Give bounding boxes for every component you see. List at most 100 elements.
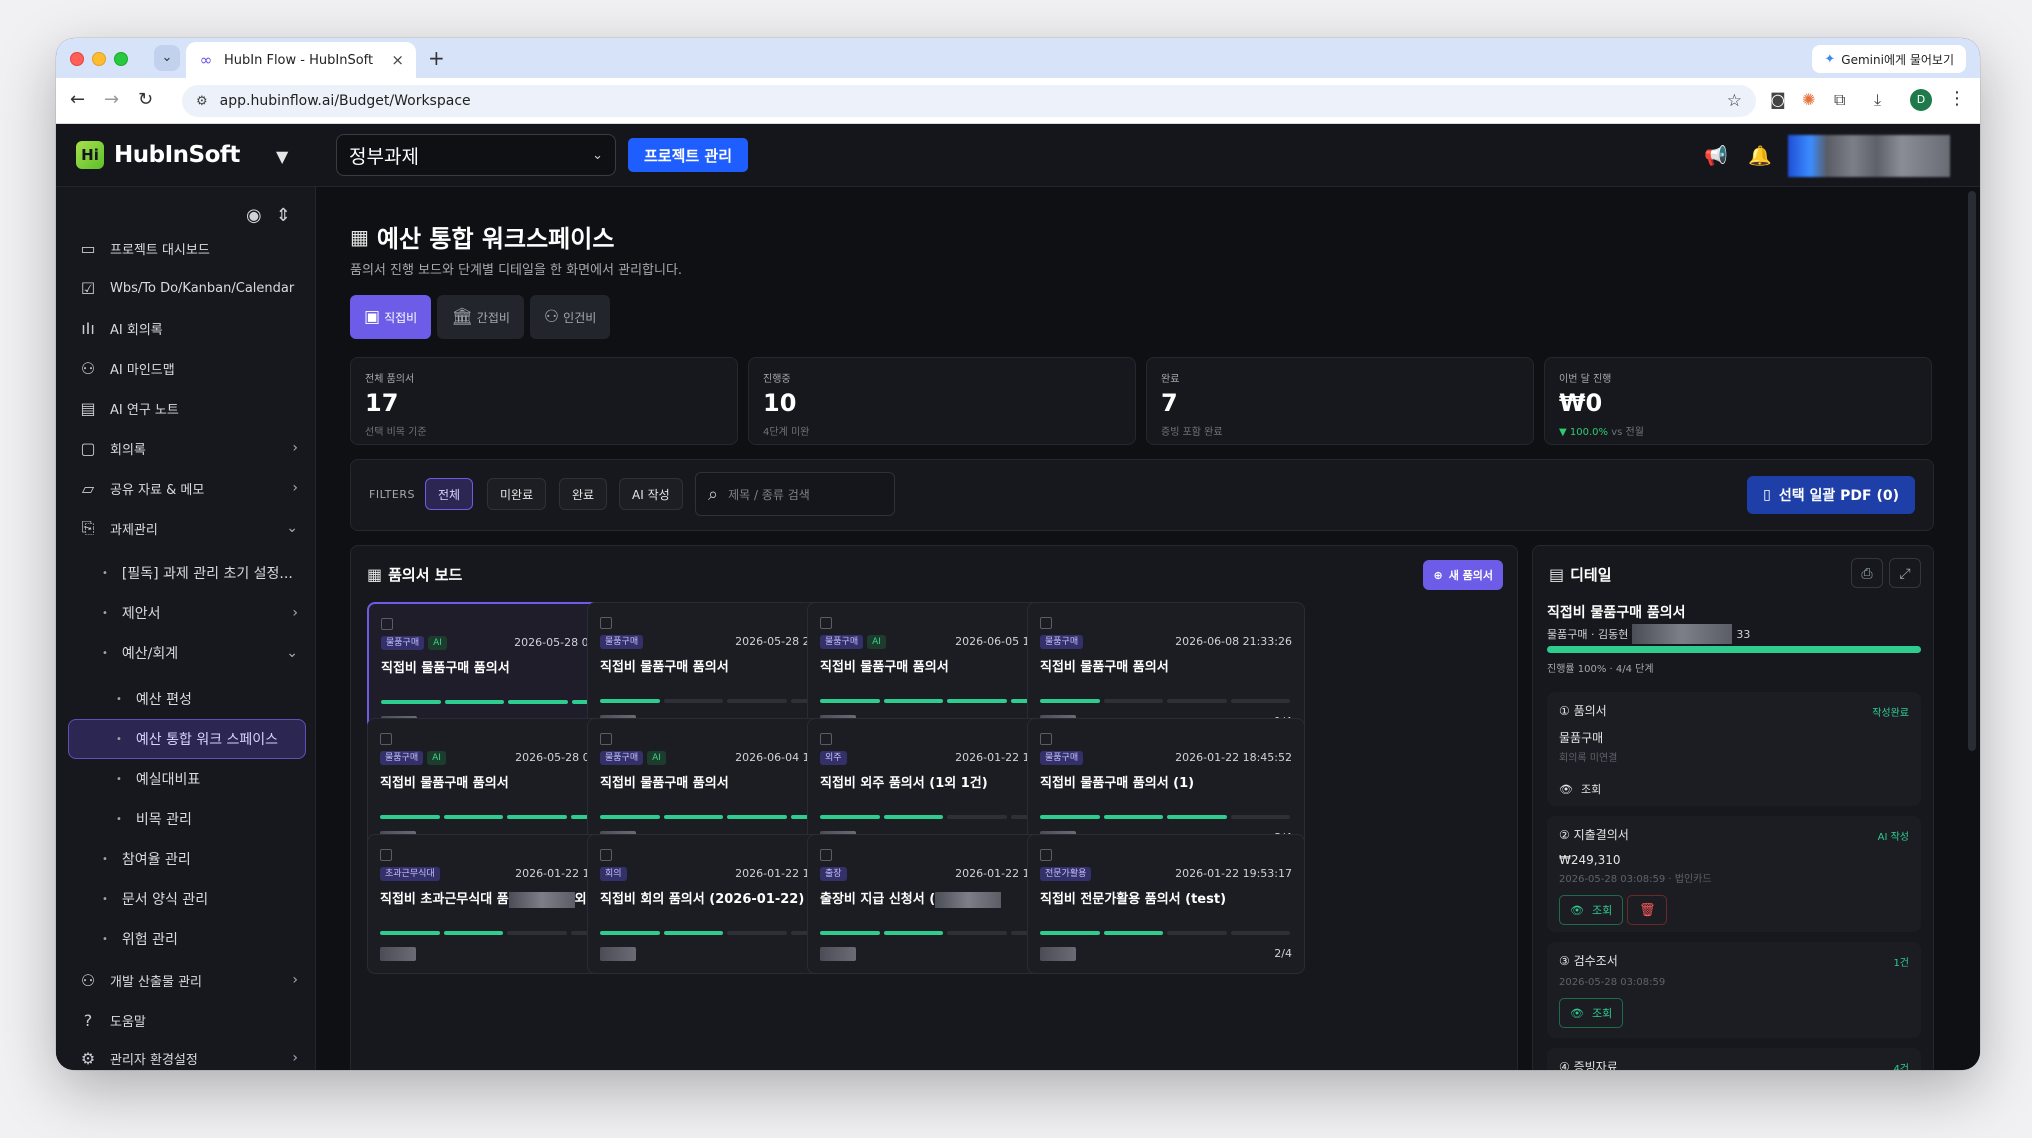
sidebar-item-minutes[interactable]: ▢ 회의록 › xyxy=(78,433,298,463)
trash-icon[interactable]: 🗑 xyxy=(1627,895,1668,925)
browser-menu-icon[interactable]: ⋮ xyxy=(1948,88,1966,109)
browser-tab[interactable]: ∞ HubIn Flow - HubInSoft × xyxy=(186,42,416,78)
card-checkbox[interactable] xyxy=(380,849,392,861)
user-menu-redacted[interactable] xyxy=(1788,135,1950,177)
card-title: 직접비 물품구매 품의서 xyxy=(381,661,510,676)
expand-collapse-icon[interactable]: ⇕ xyxy=(276,205,291,226)
step-sub: 2026-05-28 03:08:59 · 법인카드 xyxy=(1559,874,1712,885)
brand-dropdown-icon[interactable]: ▼ xyxy=(276,147,288,166)
fullscreen-icon[interactable]: ⤢ xyxy=(1889,558,1921,588)
new-request-button[interactable]: ⊕ 새 품의서 xyxy=(1423,560,1503,590)
sidebar-sub-proposal[interactable]: • 제안서 › xyxy=(102,599,298,627)
stat-note: 선택 비목 기준 xyxy=(365,427,427,438)
card-checkbox[interactable] xyxy=(820,849,832,861)
profile-avatar[interactable]: D xyxy=(1910,89,1932,111)
card-tag: 전문가활용 xyxy=(1040,867,1092,881)
filter-chip-all[interactable]: 전체 xyxy=(425,478,474,510)
card-progress xyxy=(1040,931,1290,935)
sidebar-item-label: 과제관리 xyxy=(110,522,158,538)
tab-label: 인건비 xyxy=(563,310,597,325)
download-icon[interactable]: ⤓ xyxy=(1874,90,1881,110)
pdf-icon[interactable]: ⎙ xyxy=(1851,558,1883,588)
maximize-window-button[interactable] xyxy=(114,52,128,66)
card-checkbox[interactable] xyxy=(1040,733,1052,745)
sidebar-sub-doc-forms[interactable]: • 문서 양식 관리 xyxy=(102,885,298,913)
sidebar-item-ai-notes[interactable]: ▤ AI 연구 노트 xyxy=(78,393,298,423)
filter-chip-complete[interactable]: 완료 xyxy=(559,478,608,510)
sidebar-sub-budget[interactable]: • 예산/회계 ⌄ xyxy=(102,639,298,667)
bullet-icon: • xyxy=(102,933,108,945)
tab-indirect-cost[interactable]: 🏛 간접비 xyxy=(437,295,524,339)
progress-segment xyxy=(600,931,660,935)
sidebar-item-dev-output[interactable]: ⚇ 개발 산출물 관리 › xyxy=(78,965,298,995)
card-checkbox[interactable] xyxy=(600,733,612,745)
url-field[interactable]: ⚙ app.hubinflow.ai/Budget/Workspace ☆ xyxy=(182,85,1756,117)
browser-window: ⌄ ∞ HubIn Flow - HubInSoft × + ✦ Gemini에… xyxy=(56,38,1980,1070)
reload-icon[interactable]: ↻ xyxy=(138,89,153,111)
sidebar-item-label: 회의록 xyxy=(110,442,146,458)
extension-sun-icon[interactable]: ✺ xyxy=(1802,90,1815,110)
back-icon[interactable]: ← xyxy=(70,89,85,111)
stat-note: ▼ 100.0% vs 전월 xyxy=(1559,423,1917,438)
tab-labor-cost[interactable]: ⚇ 인건비 xyxy=(529,295,611,339)
sidebar-item-dashboard[interactable]: ▭ 프로젝트 대시보드 xyxy=(78,233,298,263)
brand-logo[interactable]: Hi HubInSoft xyxy=(76,141,240,169)
sidebar-sub-expense[interactable]: • 비목 관리 xyxy=(116,805,192,833)
sidebar-sub-required[interactable]: • [필독] 과제 관리 초기 설정... xyxy=(102,559,298,587)
progress-segment xyxy=(1167,815,1227,819)
sidebar-item-ai-minutes[interactable]: ıIı AI 회의록 xyxy=(78,313,298,343)
card-checkbox[interactable] xyxy=(1040,617,1052,629)
sidebar-item-ai-mindmap[interactable]: ⚇ AI 마인드맵 xyxy=(78,353,298,383)
close-tab-icon[interactable]: × xyxy=(391,51,404,69)
tab-search-button[interactable]: ⌄ xyxy=(154,45,180,71)
page-scrollbar[interactable] xyxy=(1968,191,1976,751)
search-placeholder: 제목 / 종류 검색 xyxy=(728,487,810,502)
card-checkbox[interactable] xyxy=(820,617,832,629)
view-button[interactable]: 👁 조회 xyxy=(1559,895,1624,925)
bulk-pdf-button[interactable]: ▯ 선택 일괄 PDF (0) xyxy=(1747,476,1915,514)
card-checkbox[interactable] xyxy=(381,618,393,630)
minimize-window-button[interactable] xyxy=(92,52,106,66)
card-checkbox[interactable] xyxy=(380,733,392,745)
project-select[interactable]: 정부과제 ⌄ xyxy=(336,134,616,176)
megaphone-icon[interactable]: 📢 xyxy=(1704,144,1728,167)
filter-chip-incomplete[interactable]: 미완료 xyxy=(487,478,547,510)
sidebar-item-wbs[interactable]: ☑ Wbs/To Do/Kanban/Calendar xyxy=(78,273,298,303)
card-checkbox[interactable] xyxy=(820,733,832,745)
forward-icon[interactable]: → xyxy=(104,89,119,111)
view-button[interactable]: 👁 조회 xyxy=(1559,774,1611,804)
sidebar-sub-budget-compare[interactable]: • 예실대비표 xyxy=(116,765,200,793)
step-value: ₩249,310 xyxy=(1559,853,1621,867)
target-icon[interactable]: ◉ xyxy=(246,205,262,226)
sidebar-item-label: AI 회의록 xyxy=(110,322,163,338)
gemini-button[interactable]: ✦ Gemini에게 물어보기 xyxy=(1812,45,1966,73)
filter-chip-ai[interactable]: AI 작성 xyxy=(619,478,683,510)
card-checkbox[interactable] xyxy=(600,617,612,629)
card-checkbox[interactable] xyxy=(600,849,612,861)
hierarchy-icon: ⚇ xyxy=(80,358,96,378)
project-manage-button[interactable]: 프로젝트 관리 xyxy=(628,138,749,172)
sidebar-item-project-mgmt[interactable]: ⎘ 과제관리 ⌄ xyxy=(78,513,298,543)
sidebar-sub-budget-workspace[interactable]: • 예산 통합 워크 스페이스 xyxy=(116,725,278,753)
puzzle-extension-icon[interactable]: ⧉ xyxy=(1834,90,1845,110)
view-button[interactable]: 👁 조회 xyxy=(1559,998,1624,1028)
sidebar-sub-risk[interactable]: • 위험 관리 xyxy=(102,925,298,953)
request-card[interactable]: 전문가활용 2026-01-22 19:53:17 직접비 전문가활용 품의서 (t… xyxy=(1027,834,1305,974)
search-input[interactable]: ⌕ 제목 / 종류 검색 xyxy=(695,472,895,516)
card-checkbox[interactable] xyxy=(1040,849,1052,861)
bookmark-star-icon[interactable]: ☆ xyxy=(1727,91,1742,111)
camera-icon[interactable]: ◙ xyxy=(1770,90,1786,110)
sidebar-item-admin[interactable]: ⚙ 관리자 환경설정 › xyxy=(78,1043,298,1070)
new-tab-button[interactable]: + xyxy=(428,46,445,70)
bell-icon[interactable]: 🔔 xyxy=(1748,144,1772,167)
sidebar-sub-participation[interactable]: • 참여율 관리 xyxy=(102,845,298,873)
card-progress xyxy=(1040,699,1290,703)
sidebar-sub-budget-edit[interactable]: • 예산 편성 xyxy=(116,685,192,713)
progress-segment xyxy=(444,700,504,704)
site-settings-icon[interactable]: ⚙ xyxy=(196,94,208,109)
chevron-right-icon: › xyxy=(292,440,298,456)
sidebar-item-shared[interactable]: ▱ 공유 자료 & 메모 › xyxy=(78,473,298,503)
close-window-button[interactable] xyxy=(70,52,84,66)
sidebar-item-help[interactable]: ? 도움말 xyxy=(78,1005,298,1035)
tab-direct-cost[interactable]: ▣ 직접비 xyxy=(350,295,432,339)
